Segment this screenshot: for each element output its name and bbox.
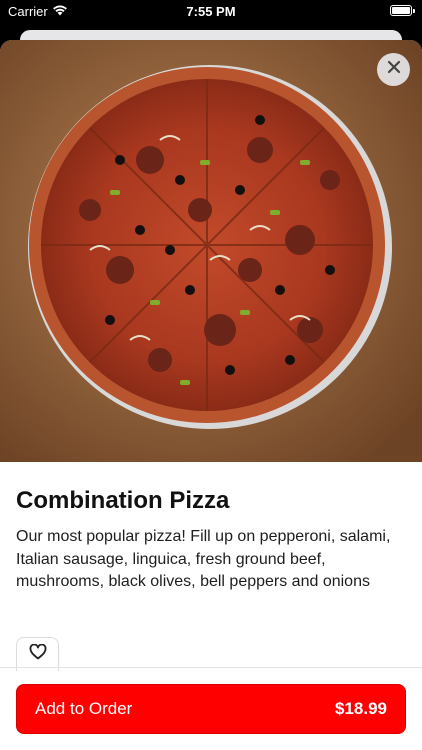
screen: Carrier 7:55 PM Combination Pizza Our mo…	[0, 0, 422, 750]
add-to-order-label: Add to Order	[35, 699, 133, 718]
product-description: Our most popular pizza! Fill up on peppe…	[16, 528, 391, 590]
heart-icon	[29, 643, 47, 665]
status-bar: Carrier 7:55 PM	[0, 0, 422, 24]
status-time: 7:55 PM	[186, 4, 236, 19]
footer-divider	[0, 667, 422, 668]
price-label: $18.99	[335, 699, 387, 718]
close-button[interactable]	[377, 53, 410, 86]
product-sheet: Combination Pizza Our most popular pizza…	[0, 40, 422, 750]
pizza-illustration	[0, 40, 422, 462]
product-info: Combination Pizza Our most popular pizza…	[16, 486, 406, 594]
favorite-button[interactable]	[16, 637, 59, 671]
product-image	[0, 40, 422, 462]
close-icon	[387, 60, 401, 79]
add-to-order-button[interactable]: Add to Order $18.99	[16, 684, 406, 734]
product-title: Combination Pizza	[16, 487, 230, 514]
battery-icon	[390, 5, 415, 16]
